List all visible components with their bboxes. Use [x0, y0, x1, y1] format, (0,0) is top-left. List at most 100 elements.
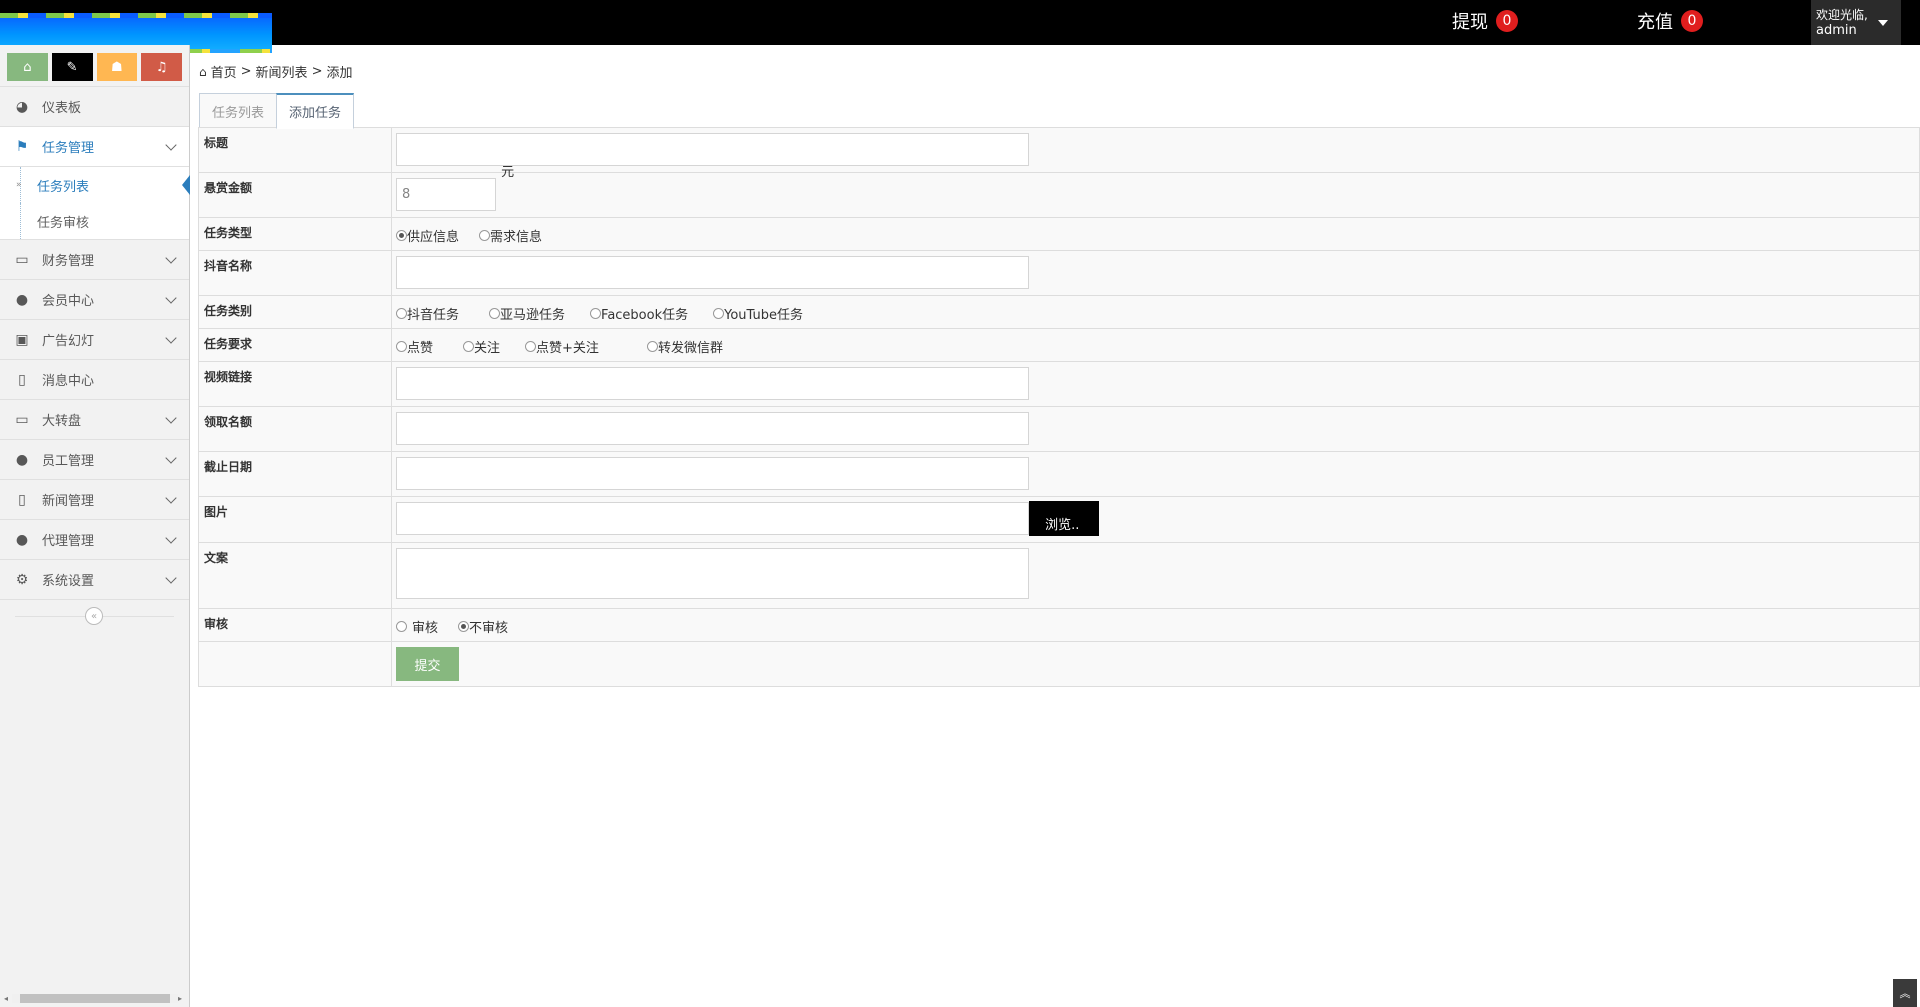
chevron-down-icon [165, 252, 177, 264]
quota-input[interactable] [396, 412, 1029, 445]
users-shortcut-button[interactable]: ☗ [96, 53, 138, 81]
sidebar-item-members[interactable]: ● 会员中心 [0, 279, 189, 319]
category-radio-douyin[interactable]: 抖音任务 [396, 304, 459, 323]
browse-button[interactable]: 浏览.. [1029, 501, 1100, 536]
form-row-douyin-name: 抖音名称 [198, 250, 1920, 296]
recharge-nav[interactable]: 充值 0 [1637, 8, 1703, 34]
radio-label: 转发微信群 [657, 340, 723, 356]
requirement-radio-share-wechat[interactable]: 转发微信群 [646, 337, 723, 356]
radio-unchecked-icon [396, 340, 407, 352]
review-radio-yes[interactable]: 审核 [396, 617, 438, 636]
sidebar-horizontal-scrollbar[interactable]: ◂ ▸ [4, 991, 186, 1005]
empty-cell [198, 641, 392, 687]
title-input[interactable] [396, 133, 1029, 166]
collapse-sidebar-button[interactable]: « [85, 607, 103, 625]
double-angle-up-icon: ︽ [1899, 987, 1911, 1000]
home-shortcut-button[interactable]: ⌂ [7, 53, 48, 81]
quota-label: 领取名额 [198, 406, 392, 452]
radio-unchecked-icon [646, 340, 658, 352]
user-icon: ● [15, 531, 29, 548]
breadcrumb-news-list-link[interactable]: 新闻列表 [256, 62, 308, 81]
submit-button[interactable]: 提交 [396, 647, 459, 681]
tab-add-task[interactable]: 添加任务 [276, 93, 355, 129]
video-link-input[interactable] [396, 367, 1029, 400]
shortcut-bar: ⌂ ✎ ☗ ♫ [0, 45, 189, 86]
back-to-top-button[interactable]: ︽ [1893, 979, 1917, 1007]
sidebar-item-ads[interactable]: ▣ 广告幻灯 [0, 319, 189, 359]
breadcrumb-current: 添加 [326, 66, 353, 81]
scroll-left-icon[interactable]: ◂ [4, 994, 12, 1003]
task-type-radio-supply[interactable]: 供应信息 [396, 226, 459, 245]
sidebar-item-label: 新闻管理 [42, 494, 95, 509]
gear-icon: ⚙ [15, 571, 29, 588]
chevron-down-icon [165, 452, 177, 464]
requirement-radio-follow[interactable]: 关注 [463, 337, 500, 356]
sidebar-collapse-bar: « [0, 599, 189, 632]
sidebar-item-label: 大转盘 [42, 414, 82, 429]
radio-label: 点赞 [407, 340, 434, 356]
category-radio-facebook[interactable]: Facebook任务 [590, 304, 688, 323]
sidebar-item-agents[interactable]: ● 代理管理 [0, 519, 189, 559]
user-icon: ● [15, 291, 29, 308]
breadcrumb-separator: > [311, 64, 323, 79]
user-menu[interactable]: 欢迎光临, admin [1811, 0, 1901, 45]
radio-unchecked-icon [525, 340, 537, 352]
copy-textarea[interactable] [396, 548, 1029, 599]
withdraw-nav[interactable]: 提现 0 [1452, 8, 1518, 34]
scroll-thumb[interactable] [20, 993, 170, 1003]
form-row-task-category: 任务类别 抖音任务 亚马逊任务 Facebook任务 YouTube任务 [198, 295, 1920, 329]
sidebar-item-news[interactable]: ▯ 新闻管理 [0, 479, 189, 519]
sidebar-item-finance[interactable]: ▭ 财务管理 [0, 239, 189, 279]
edit-shortcut-button[interactable]: ✎ [51, 53, 93, 81]
task-category-label: 任务类别 [198, 295, 392, 329]
sidebar-item-task-management[interactable]: ⚑ 任务管理 [0, 126, 189, 166]
radio-label: 供应信息 [407, 229, 460, 245]
main-content: ⌂ 首页 > 新闻列表 > 添加 任务列表 添加任务 标题 悬赏金额 元 任务类… [191, 45, 1920, 1007]
flag-icon: ⚑ [15, 138, 29, 155]
scroll-track[interactable] [12, 993, 178, 1003]
image-label: 图片 [198, 496, 392, 543]
breadcrumb-home-link[interactable]: 首页 [211, 62, 237, 81]
review-radio-no[interactable]: 不审核 [458, 617, 508, 636]
sidebar-item-label: 代理管理 [42, 534, 95, 549]
withdraw-count-badge: 0 [1496, 10, 1518, 32]
sidebar-item-dashboard[interactable]: ◕ 仪表板 [0, 86, 189, 126]
review-label: 审核 [198, 608, 392, 642]
reward-amount-input[interactable] [396, 178, 496, 211]
users-icon: ☗ [111, 59, 123, 75]
recharge-count-badge: 0 [1681, 10, 1703, 32]
caret-down-icon [1877, 19, 1888, 26]
sidebar-item-staff[interactable]: ● 员工管理 [0, 439, 189, 479]
sidebar-item-wheel[interactable]: ▭ 大转盘 [0, 399, 189, 439]
sidebar-subitem-task-list[interactable]: » 任务列表 [0, 167, 190, 203]
breadcrumb: ⌂ 首页 > 新闻列表 > 添加 [199, 62, 352, 81]
tab-task-list[interactable]: 任务列表 [199, 93, 278, 129]
sidebar-item-settings[interactable]: ⚙ 系统设置 [0, 559, 189, 599]
image-path-input[interactable] [396, 502, 1029, 535]
dashboard-icon: ◕ [15, 98, 29, 115]
sidebar-subitem-task-review[interactable]: 任务审核 [0, 203, 189, 239]
sidebar-item-messages[interactable]: ▯ 消息中心 [0, 359, 189, 399]
category-radio-amazon[interactable]: 亚马逊任务 [489, 304, 565, 323]
deadline-input[interactable] [396, 457, 1029, 490]
scroll-right-icon[interactable]: ▸ [178, 994, 186, 1003]
video-link-label: 视频链接 [198, 361, 392, 407]
douyin-name-input[interactable] [396, 256, 1029, 289]
form-row-submit: 提交 [198, 641, 1920, 687]
form-row-review: 审核 审核 不审核 [198, 608, 1920, 642]
radio-unchecked-icon [479, 229, 491, 241]
home-icon: ⌂ [199, 64, 207, 79]
chevron-down-icon [165, 332, 177, 344]
radio-checked-icon [458, 620, 470, 632]
chevron-down-icon [165, 139, 177, 151]
reward-label: 悬赏金额 [198, 172, 392, 218]
form-row-title: 标题 [198, 127, 1920, 173]
requirement-radio-like-follow[interactable]: 点赞+关注 [525, 337, 599, 356]
requirement-radio-like[interactable]: 点赞 [396, 337, 433, 356]
task-submenu: » 任务列表 任务审核 [0, 166, 190, 239]
username: admin [1816, 22, 1857, 38]
category-radio-youtube[interactable]: YouTube任务 [713, 304, 803, 323]
notify-shortcut-button[interactable]: ♫ [141, 53, 182, 81]
task-type-radio-demand[interactable]: 需求信息 [479, 226, 542, 245]
radio-label: Facebook任务 [601, 307, 689, 323]
